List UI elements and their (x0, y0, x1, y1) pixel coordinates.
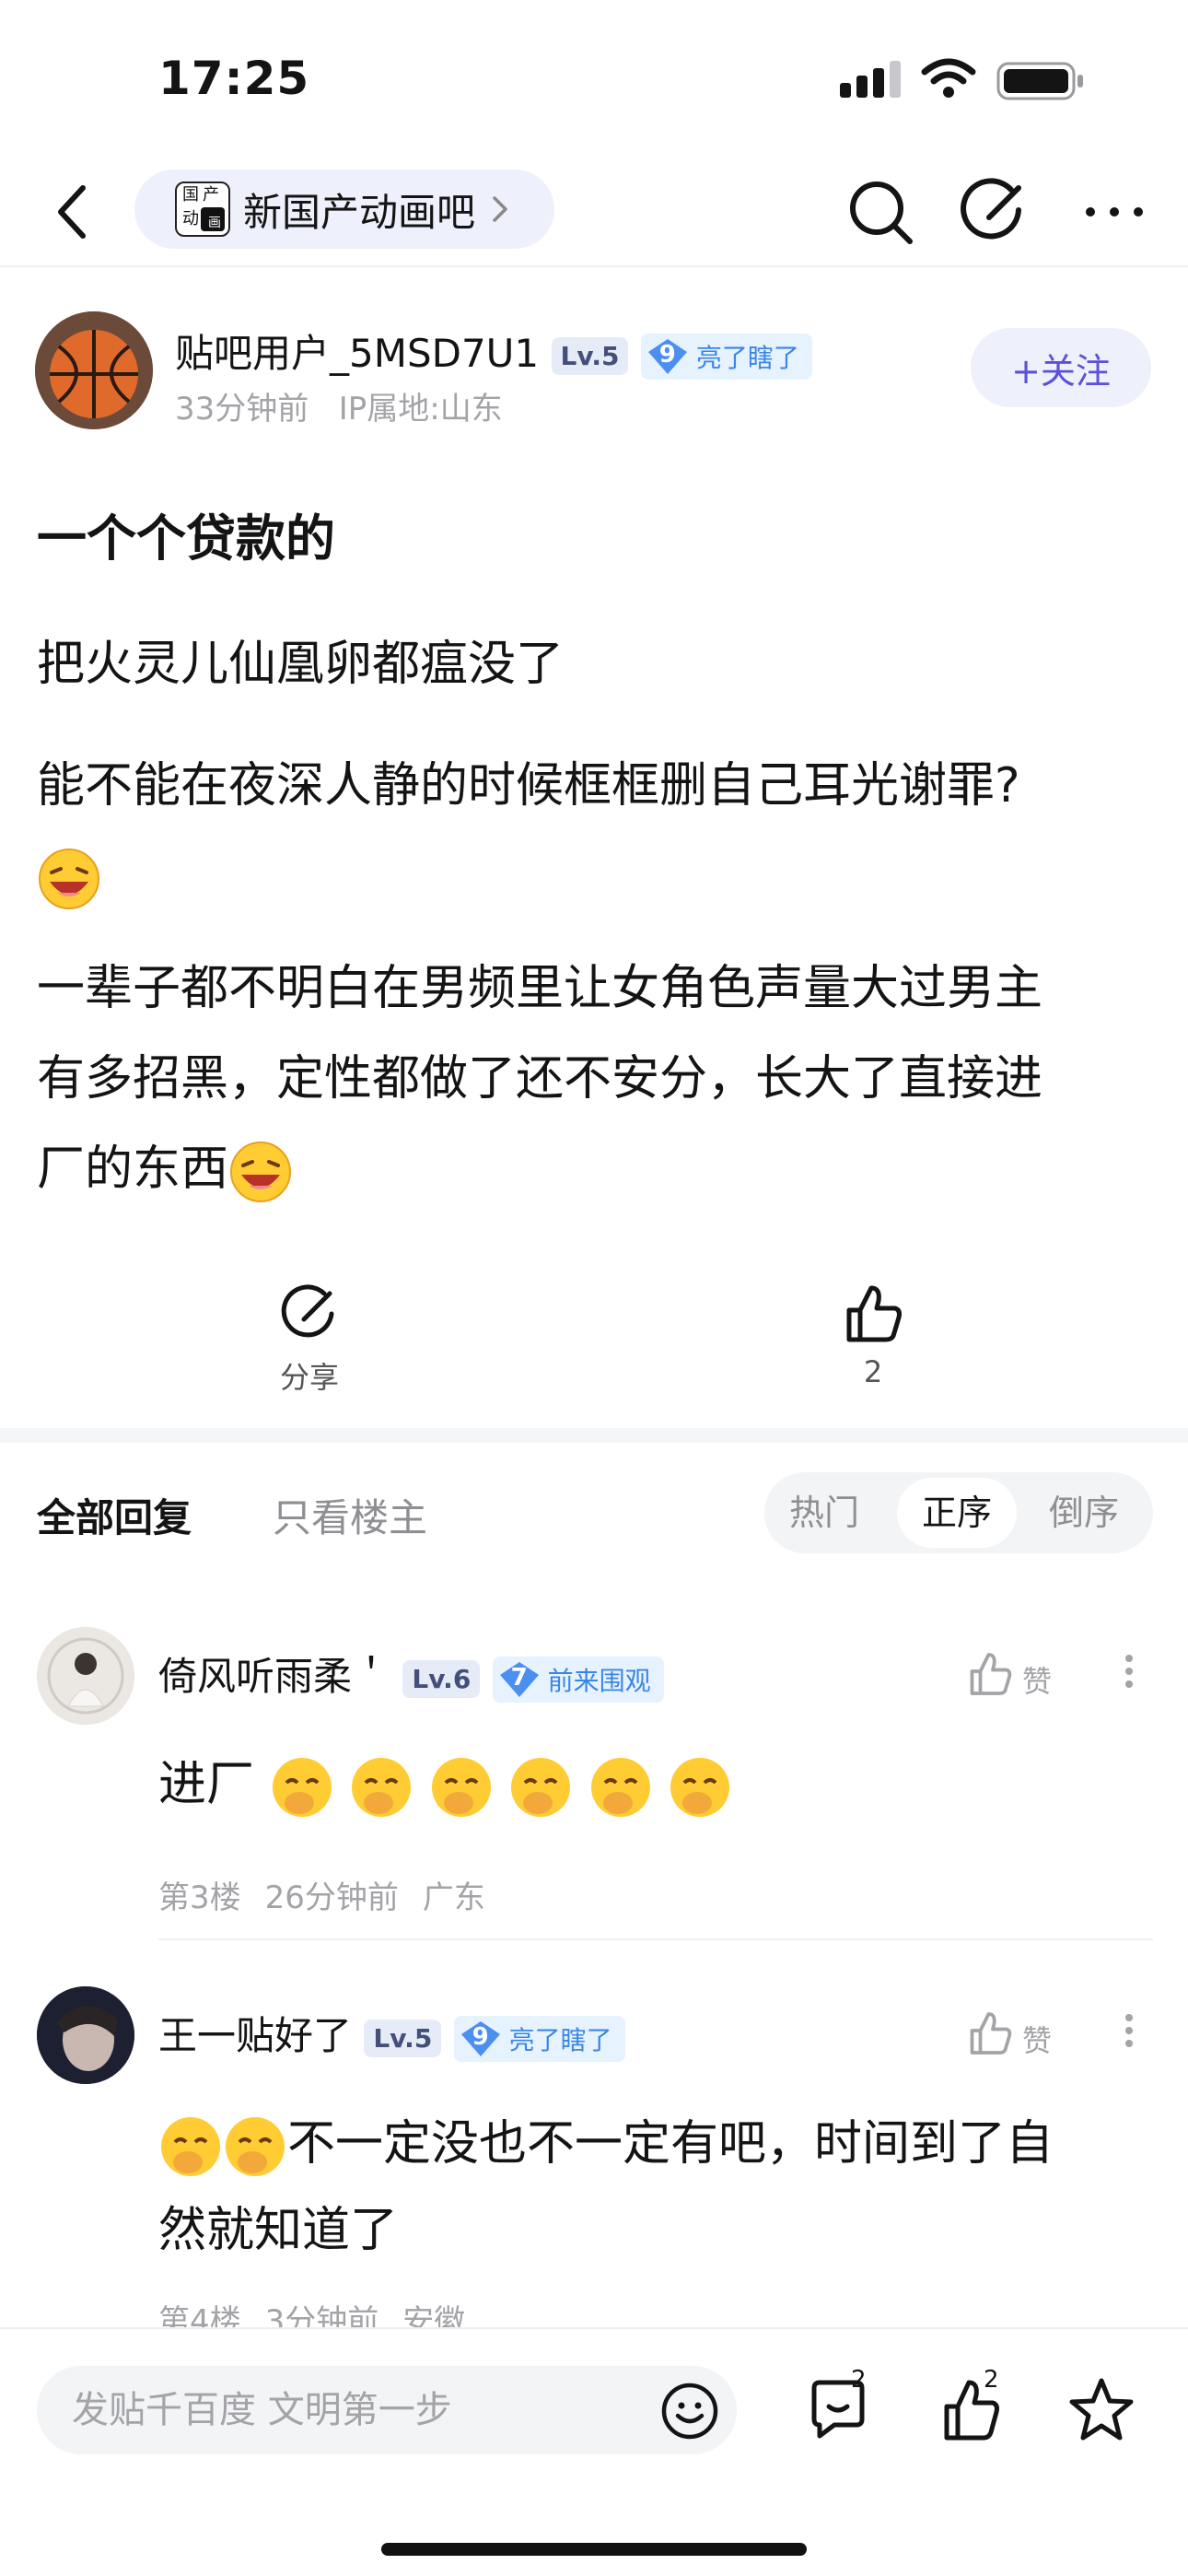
title-badge: 9 亮了瞎了 (640, 333, 812, 380)
shy-emoji-icon (511, 1758, 571, 1817)
nav-bar: 国 产 动 画 新国产动画吧 (0, 157, 1188, 267)
laughing-emoji-icon (230, 1142, 292, 1202)
title-badge: 9 亮了瞎了 (453, 2015, 625, 2062)
author-name[interactable]: 贴吧用户_5MSD7U1 Lv.5 9 亮了瞎了 (175, 322, 812, 380)
forum-logo: 国 产 动 画 (175, 181, 230, 237)
shy-emoji-icon (161, 2117, 220, 2176)
reply-more-button[interactable] (1120, 1649, 1138, 1704)
reply-input[interactable] (72, 2366, 643, 2454)
sort-ascending[interactable]: 正序 (897, 1478, 1017, 1548)
chevron-right-icon (493, 196, 507, 222)
reply-input-box[interactable] (37, 2366, 737, 2454)
level-badge: Lv.5 (364, 2020, 442, 2057)
forum-name: 新国产动画吧 (243, 189, 476, 235)
star-icon[interactable] (1065, 2373, 1138, 2447)
shy-emoji-icon (670, 1758, 730, 1817)
share-label: 分享 (279, 1360, 339, 1395)
status-bar: 17:25 (0, 0, 1188, 147)
reply-divider (158, 1938, 1153, 1940)
avatar[interactable] (37, 1986, 134, 2084)
level-badge: Lv.6 (402, 1660, 481, 1698)
laughing-emoji-icon (39, 849, 99, 909)
like-count: 2 (863, 1354, 883, 1389)
shy-emoji-icon (431, 1758, 491, 1817)
diamond-icon: 9 (646, 337, 689, 376)
thumbs-up-icon (970, 1653, 1012, 1695)
reply-like-button[interactable]: 赞 (965, 1649, 1066, 1704)
tab-owner-only[interactable]: 只看楼主 (273, 1487, 427, 1543)
post-paragraph: 能不能在夜深人静的时候框框删自己耳光谢罪? (37, 741, 1160, 921)
like-button[interactable]: 2 (809, 1281, 938, 1410)
basketball-icon (35, 311, 153, 429)
avatar[interactable] (35, 311, 153, 429)
wifi-icon (921, 58, 976, 98)
status-time: 17:25 (158, 52, 310, 105)
reply-like-button[interactable]: 赞 (965, 2008, 1066, 2064)
shy-emoji-icon (226, 2117, 285, 2176)
reply-author[interactable]: 王一贴好了 Lv.5 9 亮了瞎了 (158, 2005, 625, 2062)
like-count: 2 (984, 2366, 999, 2394)
tab-all-replies[interactable]: 全部回复 (37, 1487, 192, 1543)
emoji-icon[interactable] (659, 2381, 720, 2441)
more-icon[interactable] (1076, 173, 1153, 251)
reply-text: 进厂 (158, 1741, 1153, 1828)
reply-text: 不一定没也不一定有吧，时间到了自 然就知道了 (158, 2116, 1054, 2258)
edit-icon[interactable] (956, 173, 1033, 251)
sort-descending[interactable]: 倒序 (1024, 1472, 1144, 1553)
author-meta: 33分钟前 IP属地:山东 (175, 391, 503, 427)
sort-toggle: 热门 正序 倒序 (764, 1472, 1153, 1553)
section-divider (0, 1428, 1188, 1443)
reply-meta: 第3楼 26分钟前 广东 (158, 1879, 485, 1916)
shy-emoji-icon (590, 1758, 650, 1817)
back-button[interactable] (42, 175, 107, 249)
post-paragraph: 一辈子都不明白在男频里让女角色声量大过男主 有多招黑，定性都做了还不安分，长大了… (37, 943, 1160, 1214)
battery-icon (996, 62, 1083, 100)
diamond-icon: 7 (498, 1660, 541, 1699)
thumbs-up-icon (970, 2012, 1012, 2055)
follow-button[interactable]: +关注 (971, 328, 1151, 407)
post-paragraph: 把火灵儿仙凰卵都瘟没了 (37, 637, 565, 692)
home-indicator (381, 2543, 807, 2556)
reply-author[interactable]: 倚风听雨柔＇ Lv.6 7 前来围观 (158, 1645, 664, 1703)
avatar[interactable] (37, 1627, 134, 1725)
shy-emoji-icon (272, 1758, 332, 1817)
sort-hot[interactable]: 热门 (764, 1472, 884, 1553)
diamond-icon: 9 (460, 2020, 502, 2058)
title-badge: 7 前来围观 (492, 1656, 664, 1703)
post-author: 贴吧用户_5MSD7U1 Lv.5 9 亮了瞎了 33分钟前 IP属地:山东 +… (0, 304, 1188, 433)
shy-emoji-icon (352, 1758, 412, 1817)
bottom-bar: 2 2 (0, 2327, 1188, 2576)
thumbs-up-icon (846, 1285, 902, 1342)
post-title: 一个个贷款的 (37, 509, 335, 568)
forum-pill[interactable]: 国 产 动 画 新国产动画吧 (134, 170, 554, 249)
cellular-signal-icon (840, 61, 903, 98)
reply-more-button[interactable] (1120, 2008, 1138, 2064)
share-button[interactable]: 分享 (245, 1281, 374, 1410)
level-badge: Lv.5 (551, 337, 629, 375)
comment-count: 2 (851, 2366, 867, 2394)
share-icon (281, 1284, 334, 1338)
search-icon[interactable] (842, 173, 919, 251)
